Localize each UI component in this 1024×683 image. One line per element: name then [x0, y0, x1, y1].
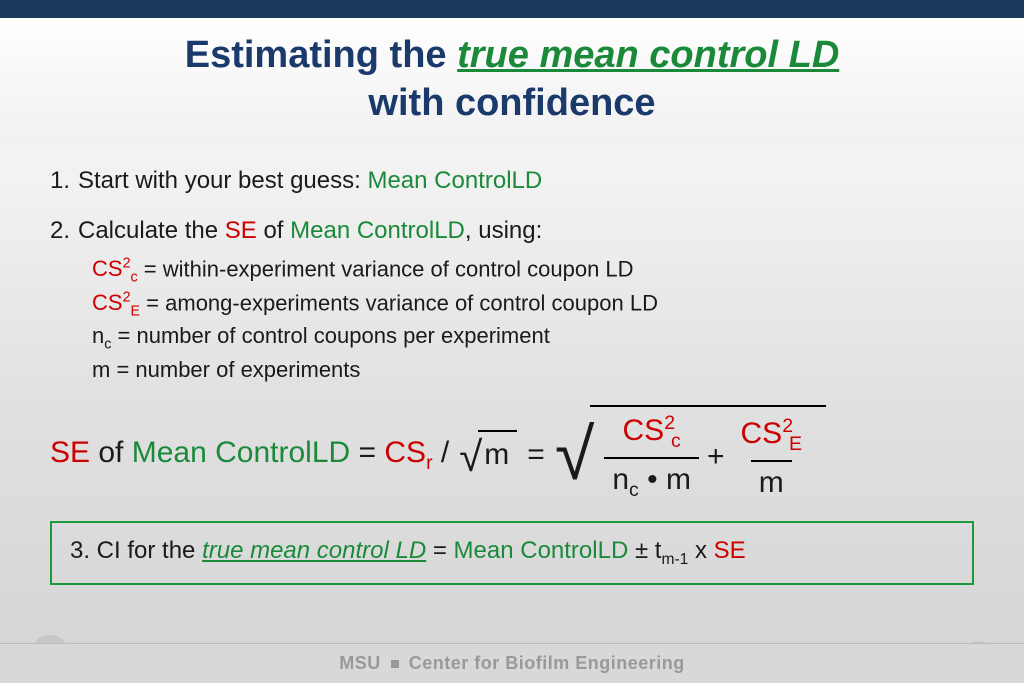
- frac-2: CS2E m: [733, 416, 811, 498]
- step-3-eq: =: [426, 537, 453, 564]
- def-cs2e-sym: CS2E: [92, 290, 140, 315]
- step-1: 1.Start with your best guess: Mean Contr…: [50, 165, 974, 197]
- step-3-pm: ± t: [628, 537, 661, 564]
- def-cs2c-text: = within-experiment variance of control …: [138, 256, 634, 281]
- step-2: 2.Calculate the SE of Mean ControlLD, us…: [50, 215, 974, 247]
- def-m-text: = number of experiments: [110, 357, 360, 382]
- step-3-em: true mean control LD: [202, 537, 426, 564]
- step-2-tail: , using:: [465, 217, 542, 244]
- frac-2-den: m: [751, 460, 792, 499]
- formula-eq2: =: [527, 438, 545, 472]
- step-1-lead: Start with your best guess:: [78, 167, 367, 194]
- def-m: m = number of experiments: [92, 355, 974, 386]
- def-nc-sym: nc: [92, 323, 111, 348]
- step-2-se: SE: [225, 217, 257, 244]
- frac-1: CS2c nc • m: [604, 413, 699, 501]
- footer-bar: MSU Center for Biofilm Engineering: [0, 643, 1024, 683]
- def-m-sym: m: [92, 357, 110, 382]
- formula-se: SE: [50, 436, 90, 469]
- se-formula: SE of Mean ControlLD = CSr / √ m = √ CS2…: [50, 407, 974, 503]
- formula-plus: +: [707, 440, 725, 474]
- title-area: Estimating the true mean control LD with…: [0, 18, 1024, 145]
- formula-of: of: [90, 436, 132, 469]
- frac-1-num: CS2c: [615, 413, 689, 456]
- formula-eq1: =: [350, 436, 384, 469]
- title-post: with confidence: [368, 82, 655, 124]
- def-cs2c: CS2c = within-experiment variance of con…: [92, 254, 974, 288]
- top-accent-bar: [0, 0, 1024, 18]
- slide-title: Estimating the true mean control LD with…: [40, 32, 984, 127]
- frac-2-num: CS2E: [733, 416, 811, 459]
- def-nc-text: = number of control coupons per experime…: [111, 323, 549, 348]
- def-cs2e-text: = among-experiments variance of control …: [140, 290, 658, 315]
- step-3-box: 3. CI for the true mean control LD = Mea…: [50, 521, 974, 585]
- footer-left: MSU: [339, 653, 381, 674]
- footer-right: Center for Biofilm Engineering: [409, 653, 685, 674]
- sqrt-big: √ CS2c nc • m + CS2E m: [555, 407, 826, 503]
- title-pre: Estimating the: [185, 34, 457, 76]
- definitions-block: CS2c = within-experiment variance of con…: [92, 254, 974, 386]
- formula-csr: CSr: [384, 436, 432, 469]
- sqrt-m-arg: m: [478, 430, 517, 472]
- step-3-sub: m-1: [661, 551, 688, 568]
- step-2-lead: Calculate the: [78, 217, 225, 244]
- sqrt-big-arg: CS2c nc • m + CS2E m: [590, 405, 826, 501]
- step-2-number: 2.: [50, 215, 78, 247]
- step-2-term: Mean ControlLD: [290, 217, 465, 244]
- content-area: 1.Start with your best guess: Mean Contr…: [0, 145, 1024, 595]
- formula-term: Mean ControlLD: [132, 436, 350, 469]
- step-3-x: x: [688, 537, 713, 564]
- def-cs2c-sym: CS2c: [92, 256, 138, 281]
- sqrt-m: √ m: [459, 434, 517, 476]
- title-emphasis: true mean control LD: [457, 34, 839, 76]
- footer-separator-icon: [391, 660, 399, 668]
- step-3-number: 3.: [70, 537, 90, 564]
- formula-lhs: SE of Mean ControlLD = CSr /: [50, 436, 449, 475]
- step-1-term: Mean ControlLD: [367, 167, 542, 194]
- step-3-term: Mean ControlLD: [454, 537, 629, 564]
- step-2-mid: of: [257, 217, 290, 244]
- step-3-lead: CI for the: [90, 537, 202, 564]
- step-3-se: SE: [714, 537, 746, 564]
- formula-slash: /: [433, 436, 450, 469]
- step-1-number: 1.: [50, 165, 78, 197]
- radical-icon: √: [555, 419, 595, 491]
- def-nc: nc = number of control coupons per exper…: [92, 321, 974, 354]
- def-cs2e: CS2E = among-experiments variance of con…: [92, 288, 974, 322]
- frac-1-den: nc • m: [604, 457, 699, 501]
